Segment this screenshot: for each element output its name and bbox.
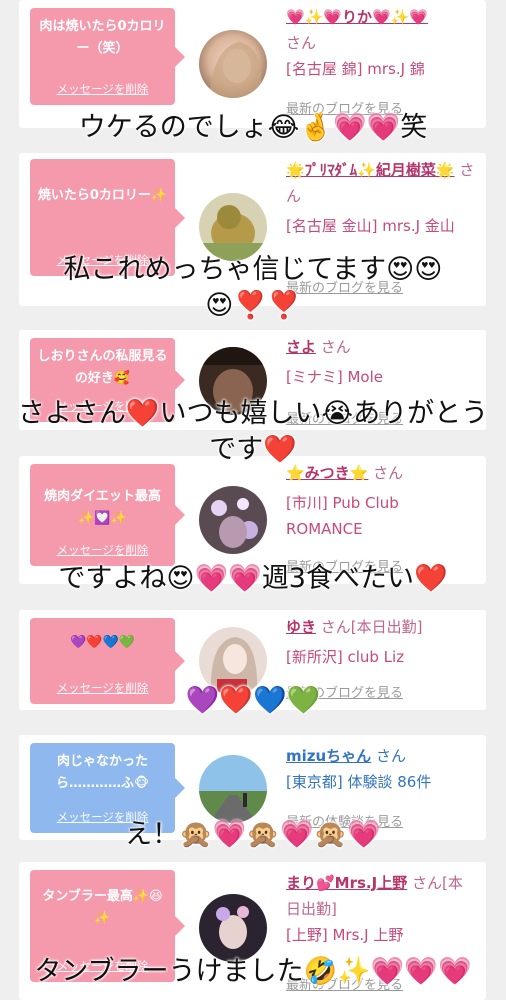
shop-location[interactable]: [名古屋 金山] mrs.J 金山	[286, 213, 476, 239]
shop-location[interactable]: [上野] Mrs.J 上野	[286, 922, 476, 948]
avatar[interactable]	[199, 894, 267, 962]
avatar-photo	[199, 193, 267, 261]
avatar-photo	[199, 755, 267, 823]
message-text: 💜❤️💙💚	[70, 635, 135, 650]
profile-info: まり💕Mrs.J上野 さん[本日出勤] [上野] Mrs.J 上野	[286, 870, 476, 948]
delete-message-link[interactable]: メッセージを削除	[30, 542, 175, 558]
message-text: しおりさんの私服見るの好き🥰	[37, 349, 168, 386]
delete-message-link[interactable]: メッセージを削除	[30, 81, 175, 97]
avatar[interactable]	[199, 193, 267, 261]
message-card: 肉は焼いたら0カロリー（笑） メッセージを削除 💗✨💗りか💗✨💗 さん [名古屋…	[19, 0, 486, 128]
profile-name-link[interactable]: 💗✨💗りか💗✨💗	[286, 8, 428, 26]
profile-info: ⭐みつき⭐ さん [市川] Pub Club ROMANCE	[286, 460, 476, 542]
avatar-photo	[199, 894, 267, 962]
profile-name-link[interactable]: さよ	[286, 338, 316, 356]
profile-info: 💗✨💗りか💗✨💗 さん [名古屋 錦] mrs.J 錦	[286, 4, 476, 82]
profile-info: さよ さん [ミナミ] Mole	[286, 334, 476, 390]
profile-name-link[interactable]: まり💕Mrs.J上野	[286, 874, 407, 892]
message-text: タンブラー最高✨😆✨	[42, 889, 163, 926]
message-bubble: 焼肉ダイエット最高✨💟✨ メッセージを削除	[30, 464, 185, 566]
profile-name-link[interactable]: mizuちゃん	[286, 747, 371, 765]
overlay-caption: ですよね😍💗💗週3食べたい❤️	[58, 563, 448, 594]
avatar-photo	[199, 486, 267, 554]
overlay-caption: タンブラーうけました🤣✨💗💗💗	[34, 956, 472, 987]
message-text: 肉じゃなかったら…………ふ🐵	[55, 754, 150, 791]
honorific: さん	[375, 747, 406, 765]
overlay-caption: ウケるのでしょ😂🤞💗💗笑	[78, 112, 428, 143]
profile-info: mizuちゃん さん [東京都] 体験談 86件	[286, 743, 476, 795]
shop-location[interactable]: [名古屋 錦] mrs.J 錦	[286, 56, 476, 82]
avatar-photo	[199, 30, 267, 98]
message-text: 焼いたら0カロリー✨	[37, 188, 168, 203]
overlay-caption: さよさん❤️いつも嬉しい😭ありがとうです❤️	[17, 398, 489, 465]
overlay-caption: 💜❤️💙💚	[185, 685, 321, 716]
overlay-caption: 私これめっちゃ信じてます😍😍😍❣️❣️	[63, 254, 443, 321]
profile-info: 🌟ﾌﾟﾘﾏﾀﾞﾑ✨紀月樹菜🌟 さん [名古屋 金山] mrs.J 金山	[286, 157, 476, 239]
honorific: さん	[320, 338, 351, 356]
message-bubble: 肉は焼いたら0カロリー（笑） メッセージを削除	[30, 8, 185, 105]
profile-name-link[interactable]: ゆき	[286, 618, 316, 636]
shop-location[interactable]: [新所沢] club Liz	[286, 644, 476, 670]
overlay-caption: え！🙊💗🙊💗🙊💗	[125, 819, 381, 850]
shop-location[interactable]: [東京都] 体験談 86件	[286, 769, 476, 795]
honorific: さん[本日出勤]	[320, 618, 423, 636]
profile-info: ゆき さん[本日出勤] [新所沢] club Liz	[286, 614, 476, 670]
avatar[interactable]	[199, 486, 267, 554]
shop-location[interactable]: [ミナミ] Mole	[286, 364, 476, 390]
message-text: 焼肉ダイエット最高✨💟✨	[44, 489, 161, 526]
shop-location[interactable]: [市川] Pub Club ROMANCE	[286, 490, 476, 542]
avatar[interactable]	[199, 30, 267, 98]
honorific: さん	[286, 34, 317, 52]
message-text: 肉は焼いたら0カロリー（笑）	[39, 19, 166, 56]
avatar[interactable]	[199, 755, 267, 823]
profile-name-link[interactable]: 🌟ﾌﾟﾘﾏﾀﾞﾑ✨紀月樹菜🌟	[286, 161, 455, 179]
